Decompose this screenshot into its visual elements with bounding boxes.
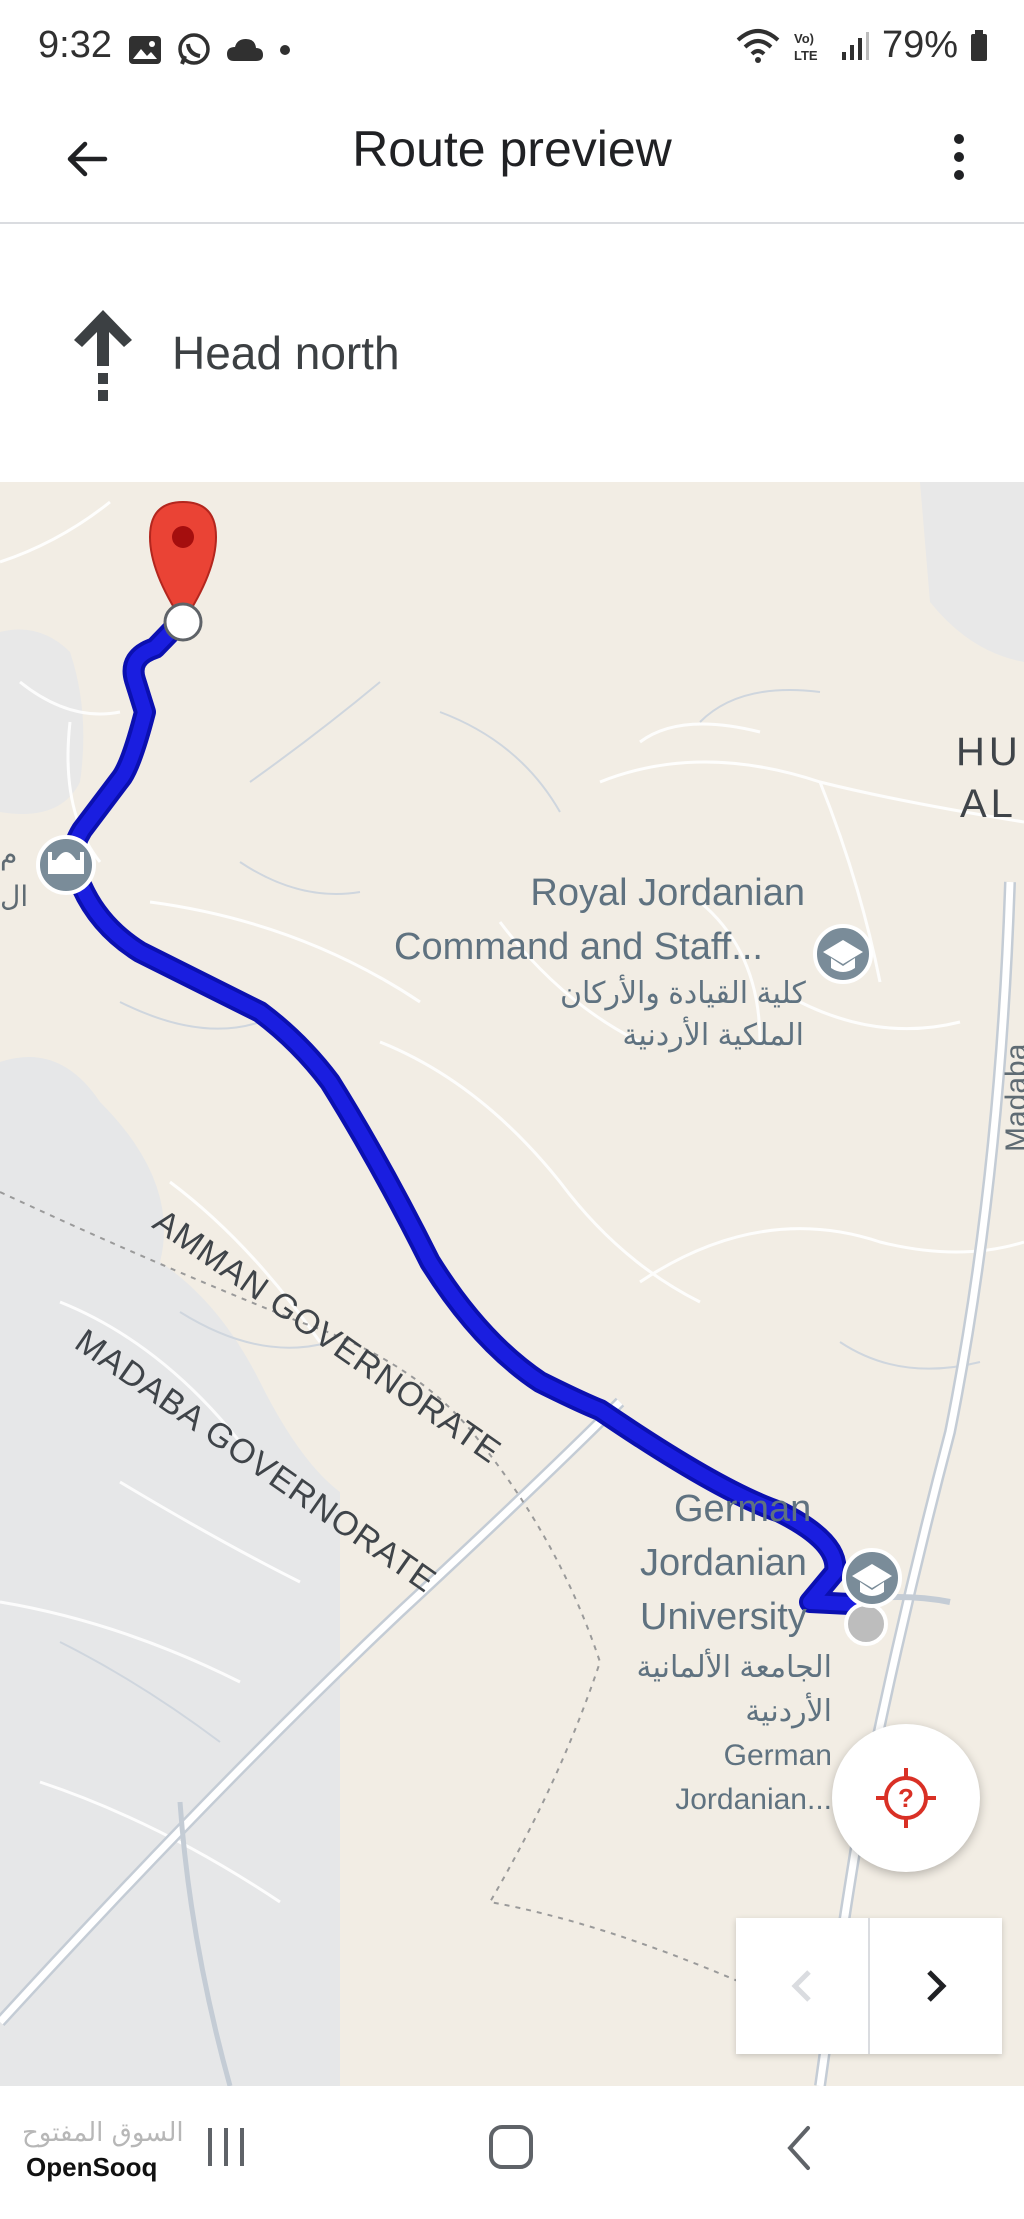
- next-step-button[interactable]: [870, 1918, 1002, 2054]
- status-notification-icons: [128, 30, 292, 70]
- more-options-button[interactable]: [924, 122, 994, 192]
- system-navigation-bar: السوق المفتوح OpenSooq: [0, 2086, 1024, 2219]
- road-label-madaba: Madaba: [1000, 1043, 1024, 1152]
- recents-icon[interactable]: [204, 2124, 248, 2170]
- area-label-al: AL: [960, 782, 1017, 826]
- recenter-button[interactable]: ?: [832, 1724, 980, 1872]
- left-label-ar-2: ال: [0, 881, 29, 912]
- chevron-right-icon: [927, 1970, 947, 2002]
- dot-icon: [280, 45, 290, 55]
- app-bar: Route preview: [0, 96, 1024, 224]
- svg-text:Vo): Vo): [794, 31, 814, 46]
- poi-label-gju-ar-2: الأردنية: [745, 1695, 832, 1728]
- svg-text:LTE: LTE: [794, 48, 818, 63]
- status-system-icons: Vo) LTE 79%: [736, 24, 988, 67]
- poi-label-royal-1: Royal Jordanian: [530, 872, 805, 914]
- page-title: Route preview: [352, 121, 672, 177]
- university-poi-icon-gju: [842, 1548, 902, 1608]
- chevron-left-icon: [791, 1970, 811, 2002]
- arrow-up-icon: [74, 310, 132, 401]
- destination-pin-icon: [148, 500, 218, 642]
- wifi-icon: [736, 28, 780, 63]
- area-label-hu: HU: [956, 730, 1022, 774]
- left-label-ar-1: م: [0, 839, 18, 870]
- more-vert-icon: [954, 134, 964, 180]
- poi-label-gju-ar-1: الجامعة الألمانية: [636, 1651, 833, 1684]
- home-icon[interactable]: [488, 2124, 534, 2170]
- volte-icon: Vo) LTE: [794, 31, 818, 63]
- status-bar: 9:32 Vo) LTE 79%: [0, 0, 1024, 96]
- poi-label-gju2-2: Jordanian...: [675, 1783, 832, 1816]
- opensooq-watermark: السوق المفتوح OpenSooq: [22, 2118, 184, 2185]
- step-navigation: [736, 1918, 1002, 2054]
- poi-label-royal-2: Command and Staff...: [394, 926, 763, 968]
- gallery-icon: [129, 36, 161, 64]
- poi-label-royal-ar-2: الملكية الأردنية: [622, 1019, 804, 1052]
- previous-step-button[interactable]: [736, 1918, 868, 2054]
- poi-label-gju-2: Jordanian: [640, 1542, 807, 1584]
- mosque-poi-icon: [36, 835, 96, 895]
- battery-percentage: 79%: [881, 24, 958, 66]
- system-back-icon[interactable]: [782, 2124, 816, 2172]
- poi-label-gju-1: German: [674, 1488, 812, 1530]
- signal-icon: [841, 31, 869, 60]
- university-poi-icon-royal: [813, 924, 873, 984]
- poi-label-gju2-1: German: [723, 1739, 832, 1772]
- direction-step: Head north: [0, 224, 1024, 482]
- direction-text: Head north: [172, 327, 400, 379]
- whatsapp-icon: [178, 33, 210, 65]
- poi-label-royal-ar-1: كلية القيادة والأركان: [560, 977, 806, 1010]
- status-time: 9:32: [38, 24, 112, 66]
- battery-icon: [971, 29, 987, 61]
- svg-text:?: ?: [898, 1783, 914, 1813]
- location-unknown-icon: ?: [876, 1768, 936, 1828]
- cloud-icon: [227, 39, 263, 61]
- poi-label-gju-3: University: [640, 1596, 807, 1638]
- watermark-english: OpenSooq: [22, 2150, 184, 2185]
- origin-dot-icon: [844, 1602, 888, 1646]
- watermark-arabic: السوق المفتوح: [22, 2118, 184, 2148]
